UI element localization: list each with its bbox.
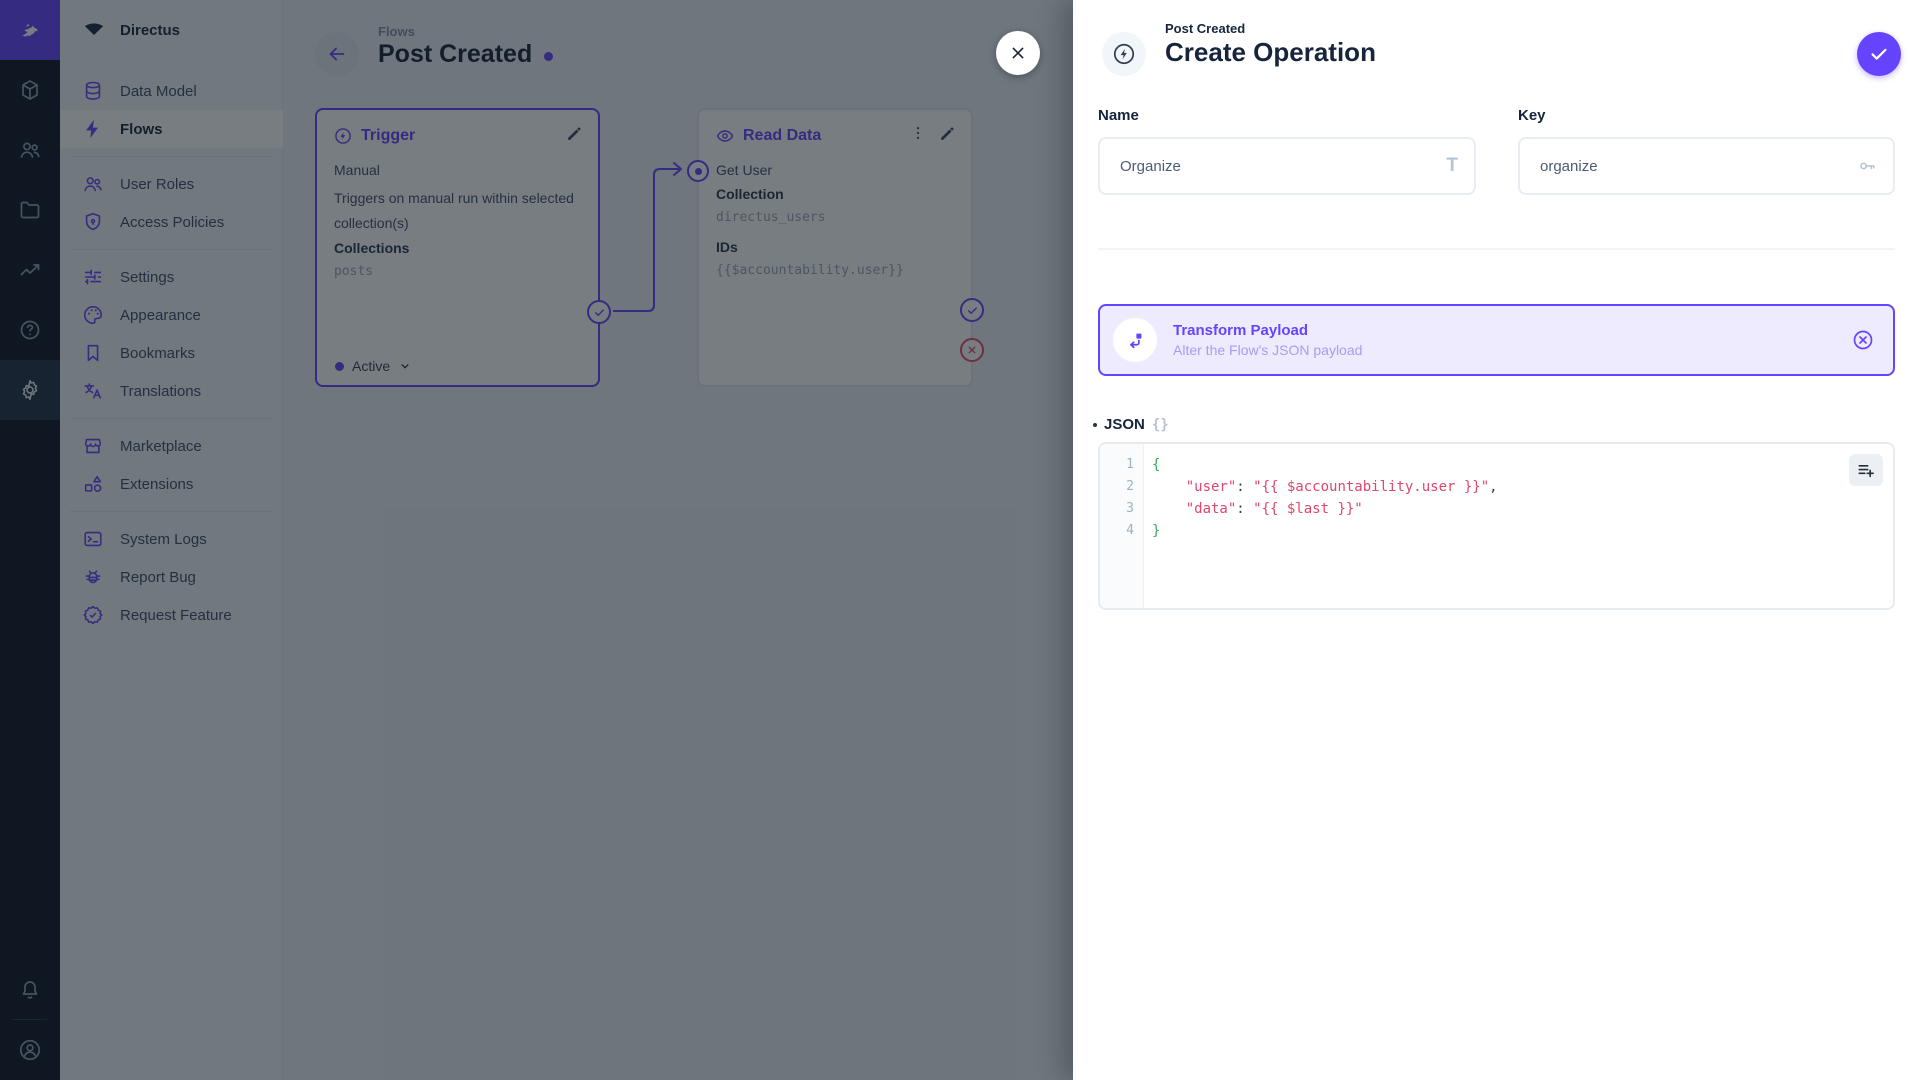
json-field-label-row: JSON {} bbox=[1093, 416, 1169, 433]
name-label: Name bbox=[1098, 107, 1139, 124]
title-format-icon: T bbox=[1446, 155, 1458, 176]
close-icon bbox=[1012, 47, 1024, 59]
edited-indicator-dot bbox=[1093, 422, 1097, 427]
code-line-1: { bbox=[1152, 457, 1161, 473]
key-label: Key bbox=[1518, 107, 1546, 124]
code-content[interactable]: { "user": "{{ $accountability.user }}", … bbox=[1144, 454, 1893, 542]
line-number: 1 bbox=[1126, 457, 1134, 472]
banner-subtitle: Alter the Flow's JSON payload bbox=[1173, 341, 1363, 358]
offline-bolt-icon bbox=[1113, 43, 1135, 65]
create-operation-drawer: Post Created Create Operation Name T Key… bbox=[1073, 0, 1920, 1080]
braces-icon: {} bbox=[1151, 416, 1169, 433]
remove-operation-type-button[interactable] bbox=[1851, 328, 1875, 352]
banner-title: Transform Payload bbox=[1173, 321, 1309, 339]
code-line-3: "data": "{{ $last }}" bbox=[1152, 501, 1363, 517]
operation-type-icon-badge bbox=[1102, 32, 1146, 76]
name-field[interactable]: T bbox=[1098, 137, 1476, 195]
divider bbox=[1098, 248, 1895, 250]
modal-overlay[interactable] bbox=[0, 0, 1073, 1080]
playlist-add-icon bbox=[1858, 465, 1874, 478]
transform-payload-banner[interactable]: Transform Payload Alter the Flow's JSON … bbox=[1098, 304, 1895, 376]
line-number: 2 bbox=[1126, 479, 1134, 494]
save-button[interactable] bbox=[1857, 32, 1901, 76]
drawer-breadcrumb: Post Created bbox=[1165, 21, 1246, 36]
drawer-title: Create Operation bbox=[1165, 37, 1376, 67]
line-number: 3 bbox=[1126, 501, 1134, 516]
json-label: JSON bbox=[1104, 416, 1145, 433]
json-code-editor[interactable]: 1 2 3 4 { "user": "{{ $accountability.us… bbox=[1098, 442, 1895, 610]
key-input[interactable] bbox=[1520, 157, 1857, 175]
key-field[interactable] bbox=[1518, 137, 1895, 195]
playlist-add-button[interactable] bbox=[1849, 454, 1883, 486]
name-input[interactable] bbox=[1100, 157, 1447, 175]
code-line-4: } bbox=[1152, 523, 1161, 539]
check-icon bbox=[1871, 48, 1887, 60]
code-line-2: "user": "{{ $accountability.user }}", bbox=[1152, 479, 1498, 495]
banner-text: Transform Payload Alter the Flow's JSON … bbox=[1173, 321, 1362, 360]
close-drawer-button[interactable] bbox=[996, 31, 1040, 75]
key-icon bbox=[1857, 156, 1877, 176]
line-number-gutter: 1 2 3 4 bbox=[1100, 444, 1144, 608]
line-number: 4 bbox=[1126, 523, 1134, 538]
transform-icon bbox=[1113, 318, 1157, 362]
